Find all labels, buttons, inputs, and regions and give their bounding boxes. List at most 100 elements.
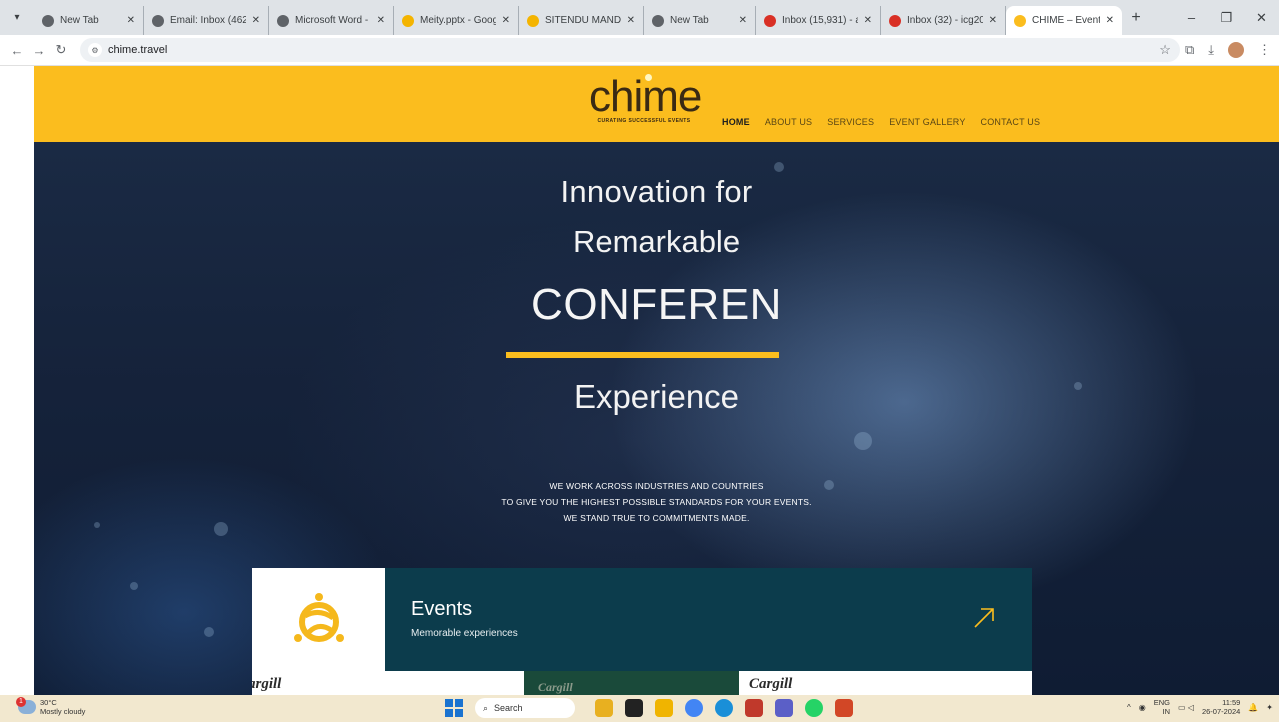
weather-temperature: 30°C <box>40 698 57 707</box>
windows-start-icon[interactable] <box>445 699 463 717</box>
forward-icon[interactable]: → <box>28 43 50 58</box>
hero-line-3: Experience <box>573 378 740 415</box>
nav-contact-us[interactable]: CONTACT US <box>981 117 1041 127</box>
windows-taskbar: 1 30°C Mostly cloudy ⌕ Search ^ ◉ ENG IN… <box>0 695 1279 722</box>
bokeh-light <box>854 432 872 450</box>
bokeh-light <box>204 627 214 637</box>
cloud-icon: 1 <box>16 697 36 714</box>
copilot-icon[interactable]: ✦ <box>1266 703 1273 712</box>
tab-favicon-icon <box>152 14 164 27</box>
site-info-icon[interactable]: ⚙ <box>88 43 102 57</box>
minimize-icon[interactable]: – <box>1174 10 1209 25</box>
tab-favicon-icon <box>764 14 776 27</box>
events-card-body: Events Memorable experiences <box>385 568 1032 671</box>
download-icon[interactable]: ⤓ <box>1208 42 1214 58</box>
restore-icon[interactable]: ❐ <box>1209 10 1244 26</box>
nav-home[interactable]: HOME <box>722 117 750 127</box>
client-logo: argill <box>252 671 524 695</box>
tab-close-icon[interactable]: ✕ <box>989 15 997 26</box>
logo-tagline: CURATING SUCCESSFUL EVENTS <box>597 118 691 124</box>
events-card[interactable]: Events Memorable experiences <box>252 568 1032 671</box>
address-bar[interactable]: ⚙ chime.travel <box>80 38 1180 62</box>
browser-tab[interactable]: CHIME – Events ✕ <box>1006 6 1122 35</box>
bokeh-light <box>774 162 784 172</box>
hero-rotating-word: CONFEREN <box>531 280 782 329</box>
clock[interactable]: 11:59 26-07-2024 <box>1202 698 1240 716</box>
tab-close-icon[interactable]: ✕ <box>252 15 260 26</box>
browser-tab[interactable]: New Tab ✕ <box>644 6 756 35</box>
client-logo-text: argill <box>252 676 282 692</box>
extensions-icon[interactable]: ⧉ <box>1185 42 1194 58</box>
nav-about-us[interactable]: ABOUT US <box>765 117 812 127</box>
chime-logo[interactable]: chime CURATING SUCCESSFUL EVENTS <box>589 74 702 136</box>
network-volume-icon[interactable]: ▭ ◁ <box>1178 703 1194 712</box>
tab-title: SITENDU MANDAL_S <box>545 15 621 26</box>
taskbar-apps: ⌕ Search <box>445 698 853 718</box>
chrome-app-icon[interactable] <box>685 699 703 717</box>
tab-search-icon[interactable]: ▾ <box>0 0 34 35</box>
tab-favicon-icon <box>652 14 664 27</box>
widgets-app-icon[interactable] <box>595 699 613 717</box>
events-subtitle: Memorable experiences <box>411 628 518 639</box>
site-header: chime CURATING SUCCESSFUL EVENTS HOME AB… <box>34 66 1279 142</box>
hero-accent-bar <box>506 352 779 358</box>
back-icon[interactable]: ← <box>6 43 28 58</box>
tab-title: New Tab <box>670 15 709 26</box>
tab-close-icon[interactable]: ✕ <box>502 15 510 26</box>
bookmark-star-icon[interactable]: ☆ <box>1159 42 1171 58</box>
browser-tab[interactable]: SITENDU MANDAL_S ✕ <box>519 6 644 35</box>
nav-services[interactable]: SERVICES <box>827 117 874 127</box>
client-logo-strip: argill Cargill Cargill <box>252 671 1032 695</box>
tab-close-icon[interactable]: ✕ <box>127 15 135 26</box>
tab-title: Inbox (32) - icg2025 <box>907 15 983 26</box>
browser-tab[interactable]: Email: Inbox (4621) ✕ <box>144 6 269 35</box>
weather-description: Mostly cloudy <box>40 707 86 716</box>
window-controls: – ❐ ✕ <box>1174 0 1279 35</box>
tab-close-icon[interactable]: ✕ <box>377 15 385 26</box>
browser-tab[interactable]: Microsoft Word - 27th ✕ <box>269 6 394 35</box>
browser-tab[interactable]: Inbox (32) - icg2025 ✕ <box>881 6 1006 35</box>
profile-avatar[interactable] <box>1228 42 1244 58</box>
nav-event-gallery[interactable]: EVENT GALLERY <box>889 117 965 127</box>
new-tab-button[interactable]: + <box>1122 0 1150 35</box>
menu-kebab-icon[interactable]: ⋮ <box>1258 42 1271 58</box>
language-indicator[interactable]: ENG IN <box>1154 698 1170 716</box>
tab-close-icon[interactable]: ✕ <box>627 15 635 26</box>
bokeh-light <box>130 582 138 590</box>
browser-tab[interactable]: New Tab ✕ <box>34 6 144 35</box>
client-logo: Cargill <box>739 671 1032 695</box>
whatsapp-app-icon[interactable] <box>805 699 823 717</box>
tab-list: New Tab✕Email: Inbox (4621)✕Microsoft Wo… <box>34 0 1122 35</box>
tray-app-icon[interactable]: ◉ <box>1139 703 1146 712</box>
powerpoint-app-icon[interactable] <box>835 699 853 717</box>
language-region: IN <box>1162 707 1171 716</box>
mcafee-app-icon[interactable] <box>745 699 763 717</box>
close-icon[interactable]: ✕ <box>1244 10 1279 26</box>
weather-widget[interactable]: 1 30°C Mostly cloudy <box>16 697 86 716</box>
task-view-icon[interactable] <box>625 699 643 717</box>
tab-favicon-icon <box>42 14 54 27</box>
arrow-up-right-icon[interactable] <box>972 606 996 630</box>
hero-line-1: Innovation for <box>560 174 753 209</box>
reload-icon[interactable]: ↻ <box>50 42 72 58</box>
tab-close-icon[interactable]: ✕ <box>739 15 747 26</box>
client-logo-text: Cargill <box>749 676 793 692</box>
url-text: chime.travel <box>108 44 168 56</box>
tab-title: CHIME – Events <box>1032 15 1100 26</box>
hero-line-2: Remarkable <box>572 224 741 259</box>
tab-close-icon[interactable]: ✕ <box>1106 15 1114 26</box>
taskbar-search-label: Search <box>494 703 523 713</box>
hero-description-line: WE WORK ACROSS INDUSTRIES AND COUNTRIES <box>549 481 764 491</box>
tray-chevron-icon[interactable]: ^ <box>1127 703 1131 712</box>
teams-app-icon[interactable] <box>775 699 793 717</box>
edge-app-icon[interactable] <box>715 699 733 717</box>
notification-bell-icon[interactable]: 🔔 <box>1248 703 1258 712</box>
tab-close-icon[interactable]: ✕ <box>864 15 872 26</box>
file-explorer-icon[interactable] <box>655 699 673 717</box>
client-logo-text: Cargill <box>538 680 573 694</box>
browser-tab[interactable]: Meity.pptx - Google ✕ <box>394 6 519 35</box>
tab-title: Email: Inbox (4621) <box>170 15 246 26</box>
tab-favicon-icon <box>402 14 414 27</box>
taskbar-search[interactable]: ⌕ Search <box>475 698 575 718</box>
browser-tab[interactable]: Inbox (15,931) - atia ✕ <box>756 6 881 35</box>
